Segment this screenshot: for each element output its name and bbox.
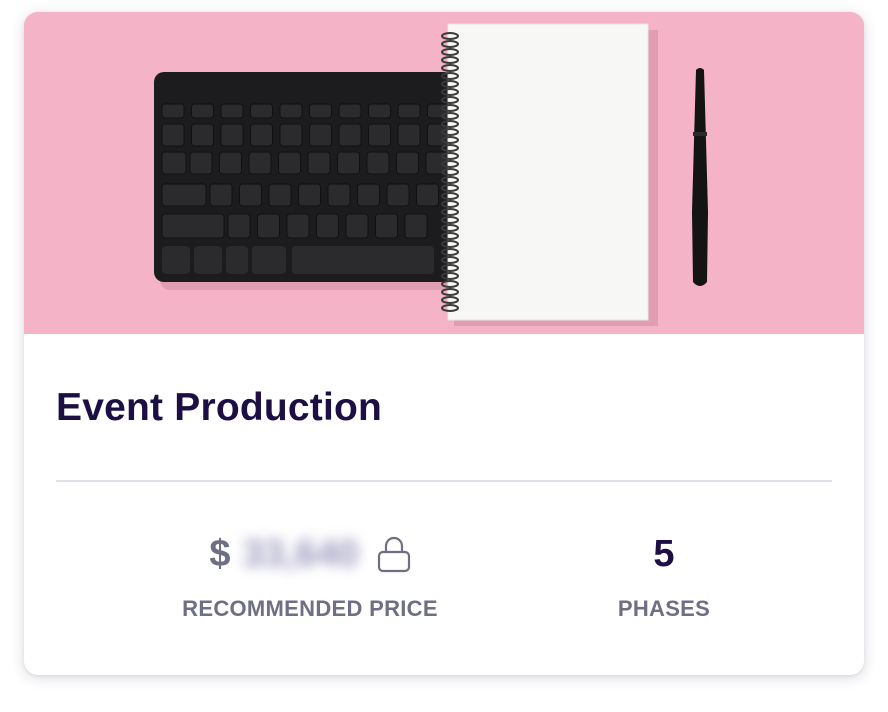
blurred-price-value: 33,640	[242, 532, 359, 575]
phases-count: 5	[653, 532, 675, 575]
divider	[56, 480, 832, 482]
service-card[interactable]: Event Production $ 33,640 RECOMMENDED PR…	[24, 12, 864, 675]
phases-label: PHASES	[617, 596, 711, 621]
lock-icon[interactable]	[377, 535, 411, 573]
recommended-price-stat: $ 33,640 RECOMMENDED PRICE	[144, 530, 476, 622]
currency-symbol: $	[209, 532, 231, 575]
keyboard-notebook-illustration	[24, 12, 864, 334]
card-title: Event Production	[56, 386, 383, 429]
phases-stat: 5 PHASES	[544, 530, 784, 622]
recommended-price-label: RECOMMENDED PRICE	[182, 596, 438, 621]
card-hero-image	[24, 12, 864, 334]
